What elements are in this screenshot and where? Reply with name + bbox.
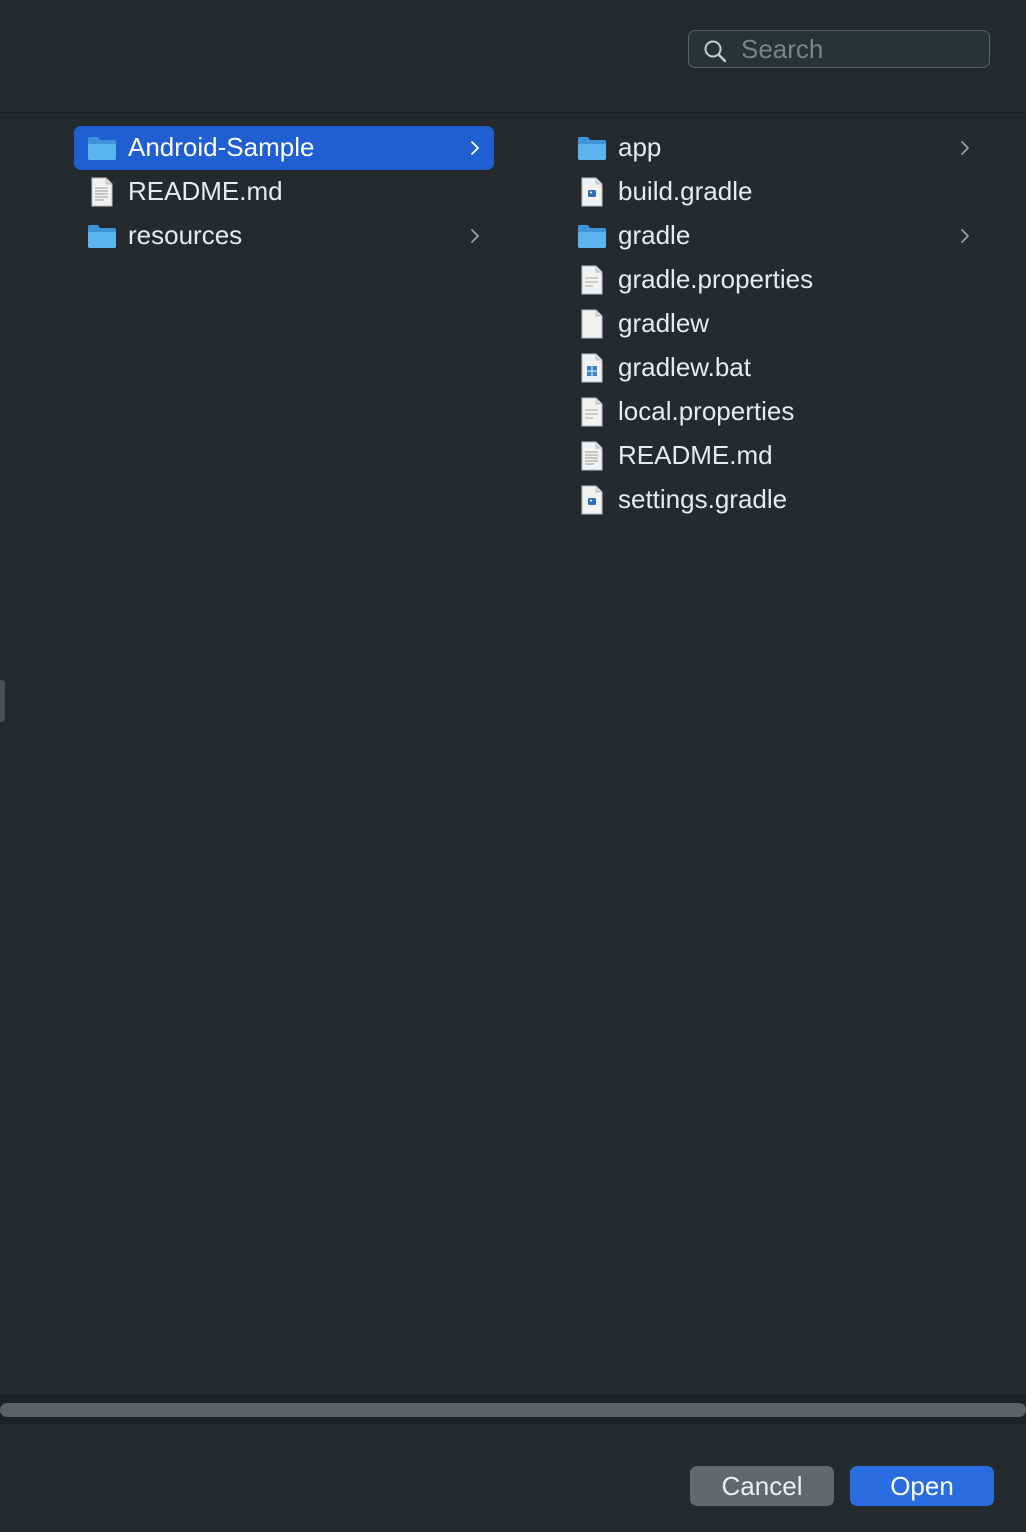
gradle-file-icon [576,485,608,515]
list-item-gradle-properties[interactable]: gradle.properties [564,258,984,302]
list-item-label: app [618,132,662,162]
list-item-label: resources [128,220,243,250]
column-1: Android-Sample README.md resources [74,126,494,258]
column-2: app build.gradle gradle gradle.propertie… [564,126,984,522]
list-item-label: gradlew [618,308,710,338]
blank-file-icon [576,309,608,339]
list-item-gradlew-bat[interactable]: gradlew.bat [564,346,984,390]
chevron-right-icon [961,229,969,243]
list-item-label: local.properties [618,396,795,426]
list-item-label: settings.gradle [618,484,788,514]
folder-icon [576,133,608,163]
dialog-footer: Cancel Open [0,1424,1026,1532]
text-file-icon [576,397,608,427]
list-item-local-properties[interactable]: local.properties [564,390,984,434]
open-button[interactable]: Open [850,1466,994,1506]
file-browser: Android-Sample README.md resources app b… [0,114,1026,1394]
list-item-resources[interactable]: resources [74,214,494,258]
list-item-android-sample[interactable]: Android-Sample [74,126,494,170]
search-icon [704,40,727,63]
list-item-label: Android-Sample [128,132,315,162]
list-item-label: README.md [618,440,773,470]
horizontal-scrollbar[interactable] [0,1394,1026,1424]
markdown-file-icon [86,177,118,207]
list-item-app[interactable]: app [564,126,984,170]
list-item-label: gradlew.bat [618,352,751,382]
folder-icon [86,221,118,251]
list-item-settings-gradle[interactable]: settings.gradle [564,478,984,522]
gradle-file-icon [576,177,608,207]
list-item-label: gradle [618,220,691,250]
search-input[interactable] [741,33,977,65]
search-field[interactable] [688,30,990,68]
scrollbar-thumb[interactable] [0,1403,1026,1417]
list-item-label: build.gradle [618,176,753,206]
cancel-button[interactable]: Cancel [690,1466,834,1506]
markdown-file-icon [576,441,608,471]
batch-file-icon [576,353,608,383]
list-item-gradle[interactable]: gradle [564,214,984,258]
list-item-build-gradle[interactable]: build.gradle [564,170,984,214]
chevron-right-icon [471,229,479,243]
sidebar-resize-handle[interactable] [0,680,5,722]
text-file-icon [576,265,608,295]
folder-icon [86,133,118,163]
list-item-readme[interactable]: README.md [74,170,494,214]
list-item-label: gradle.properties [618,264,814,294]
folder-icon [576,221,608,251]
list-item-gradlew[interactable]: gradlew [564,302,984,346]
chevron-right-icon [471,141,479,155]
chevron-right-icon [961,141,969,155]
toolbar [0,0,1026,114]
list-item-readme[interactable]: README.md [564,434,984,478]
list-item-label: README.md [128,176,283,206]
